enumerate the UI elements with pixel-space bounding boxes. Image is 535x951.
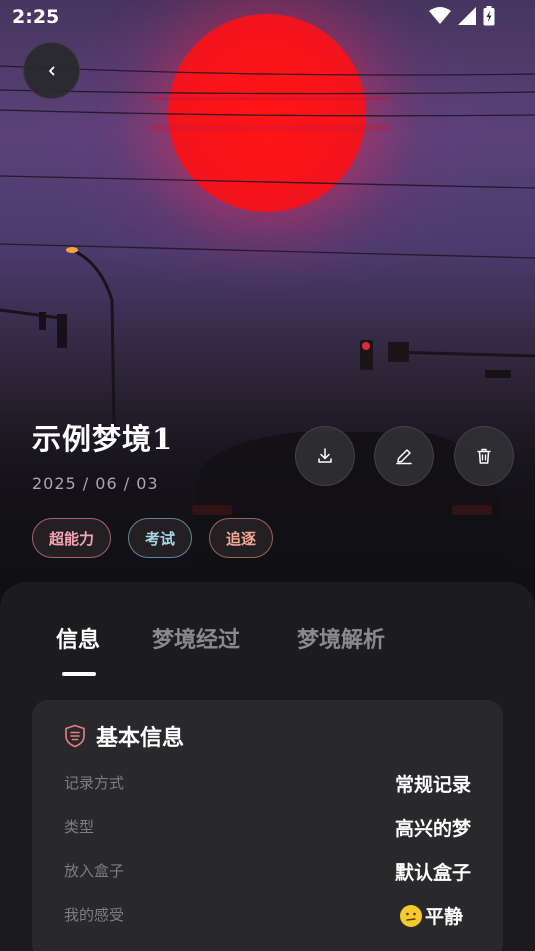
- battery-icon: [483, 6, 495, 26]
- tag-chip[interactable]: 超能力: [32, 518, 112, 558]
- row-label: 类型: [64, 818, 95, 836]
- chevron-left-icon: [48, 66, 54, 75]
- wifi-icon: [429, 7, 451, 24]
- row-label: 我的感受: [64, 906, 125, 924]
- basic-info-card: 基本信息 记录方式 常规记录 类型 高兴的梦 放入盒子 默认盒子 我的感受 平静: [32, 700, 503, 951]
- status-icons: [429, 6, 495, 26]
- info-row-feeling: 我的感受 平静: [64, 902, 471, 929]
- download-button[interactable]: [295, 426, 355, 486]
- dream-date: 2025 / 06 / 03: [32, 474, 159, 493]
- edit-button[interactable]: [374, 426, 434, 486]
- download-icon: [318, 448, 332, 463]
- signal-icon: [458, 7, 476, 25]
- row-value: 默认盒子: [394, 862, 471, 884]
- tab-info[interactable]: 信息: [56, 622, 100, 654]
- trash-icon: [477, 448, 491, 464]
- hero-image: [0, 0, 535, 600]
- tab-dream-process[interactable]: 梦境经过: [152, 622, 240, 654]
- detail-sheet: 信息 梦境经过 梦境解析 基本信息 记录方式 常规记录 类型 高兴的梦 放入盒子…: [0, 582, 535, 951]
- info-row-box: 放入盒子 默认盒子: [64, 858, 471, 884]
- back-button[interactable]: [23, 42, 80, 99]
- shield-icon: [65, 724, 85, 748]
- card-title: 基本信息: [96, 726, 185, 751]
- tab-indicator: [62, 672, 96, 676]
- info-row-record-method: 记录方式 常规记录: [64, 770, 471, 796]
- tag-chip[interactable]: 考试: [128, 518, 193, 558]
- row-label: 记录方式: [64, 774, 125, 792]
- info-row-type: 类型 高兴的梦: [64, 814, 471, 840]
- status-time: 2:25: [12, 6, 60, 28]
- row-value: 常规记录: [394, 774, 471, 796]
- status-bar: 2:25: [0, 0, 535, 36]
- tab-dream-analysis[interactable]: 梦境解析: [297, 622, 385, 654]
- tag-chip[interactable]: 追逐: [209, 518, 274, 558]
- card-header: 基本信息: [64, 720, 184, 752]
- tag-list: 超能力 考试 追逐: [32, 518, 274, 558]
- row-label: 放入盒子: [64, 862, 125, 880]
- row-value: 高兴的梦: [394, 818, 471, 840]
- pencil-icon: [396, 449, 412, 465]
- feeling-label: 平静: [424, 906, 463, 928]
- delete-button[interactable]: [454, 426, 514, 486]
- dream-title: 示例梦境1: [32, 422, 174, 456]
- row-value-feeling: 平静: [399, 902, 463, 929]
- calm-face-icon: [399, 905, 422, 927]
